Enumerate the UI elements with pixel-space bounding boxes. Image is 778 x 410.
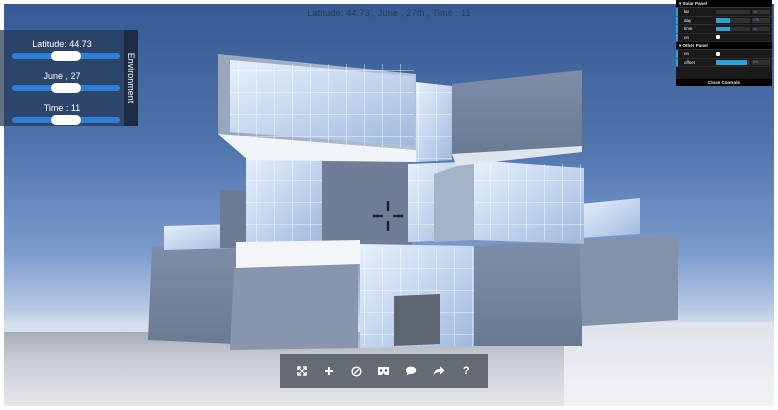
latitude-label: Latitude: 44.73 bbox=[32, 39, 92, 49]
compass-icon bbox=[351, 365, 362, 377]
fullscreen-icon bbox=[296, 366, 307, 376]
controls-panel: ▾ Solar Panel lat 44 day 178 time 11 on … bbox=[676, 0, 772, 86]
latitude-slider[interactable] bbox=[12, 51, 120, 61]
on-checkbox[interactable] bbox=[716, 35, 720, 39]
date-label: June , 27 bbox=[43, 71, 81, 81]
date-control: June , 27 bbox=[0, 70, 124, 93]
lat-row: lat 44 bbox=[676, 8, 772, 17]
latitude-slider-knob[interactable] bbox=[51, 51, 81, 61]
lat-label: lat bbox=[684, 9, 689, 14]
offset-slider[interactable] bbox=[716, 60, 750, 65]
on2-checkbox[interactable] bbox=[716, 51, 720, 56]
latitude-control: Latitude: 44.73 bbox=[0, 38, 124, 61]
date-slider-knob[interactable] bbox=[51, 83, 81, 93]
vr-icon bbox=[378, 367, 390, 375]
environment-panel: Latitude: 44.73 June , 27 Time : 11 bbox=[0, 30, 124, 126]
offset-row: offset 0.9 bbox=[676, 58, 772, 67]
time-slider[interactable] bbox=[12, 115, 120, 125]
day-label: day bbox=[684, 17, 692, 23]
close-controls-button[interactable]: Close Controls bbox=[676, 79, 772, 86]
share-button[interactable] bbox=[430, 362, 448, 380]
other-panel-folder[interactable]: ▾ Other Panel bbox=[676, 42, 772, 50]
day-row: day 178 bbox=[676, 16, 772, 25]
time-row-slider[interactable] bbox=[716, 26, 750, 31]
time-row: time 11 bbox=[676, 25, 772, 34]
on-label: on bbox=[684, 34, 690, 40]
lat-value[interactable]: 44 bbox=[752, 9, 770, 14]
day-value[interactable]: 178 bbox=[752, 18, 770, 23]
day-slider[interactable] bbox=[716, 18, 750, 23]
lat-slider[interactable] bbox=[716, 9, 750, 14]
add-icon bbox=[325, 367, 334, 375]
time-row-value[interactable]: 11 bbox=[752, 26, 770, 31]
time-label: Time : 11 bbox=[43, 103, 81, 113]
on-row: on bbox=[676, 33, 772, 42]
date-slider[interactable] bbox=[12, 83, 120, 93]
offset-value[interactable]: 0.9 bbox=[752, 60, 770, 65]
comment-icon bbox=[406, 366, 417, 376]
share-icon bbox=[433, 366, 445, 376]
help-button[interactable]: ? bbox=[457, 362, 475, 380]
time-row-label: time bbox=[684, 26, 693, 31]
compass-button[interactable] bbox=[348, 362, 366, 380]
time-slider-knob[interactable] bbox=[51, 115, 81, 125]
on2-label: on bbox=[684, 51, 690, 56]
offset-label: offset bbox=[684, 59, 695, 65]
bottom-toolbar: ? bbox=[280, 354, 488, 388]
time-control: Time : 11 bbox=[0, 102, 124, 125]
add-button[interactable] bbox=[320, 362, 338, 380]
environment-tab-label: Environment bbox=[126, 52, 136, 104]
status-readout: Latitude: 44.73 , June , 27th , Time : 1… bbox=[307, 8, 471, 18]
solar-panel-folder[interactable]: ▾ Solar Panel bbox=[676, 0, 772, 8]
fullscreen-button[interactable] bbox=[293, 362, 311, 380]
vr-button[interactable] bbox=[375, 362, 393, 380]
comment-button[interactable] bbox=[402, 362, 420, 380]
crosshair-icon bbox=[373, 201, 403, 231]
on2-row: on bbox=[676, 50, 772, 59]
help-icon: ? bbox=[462, 365, 470, 377]
